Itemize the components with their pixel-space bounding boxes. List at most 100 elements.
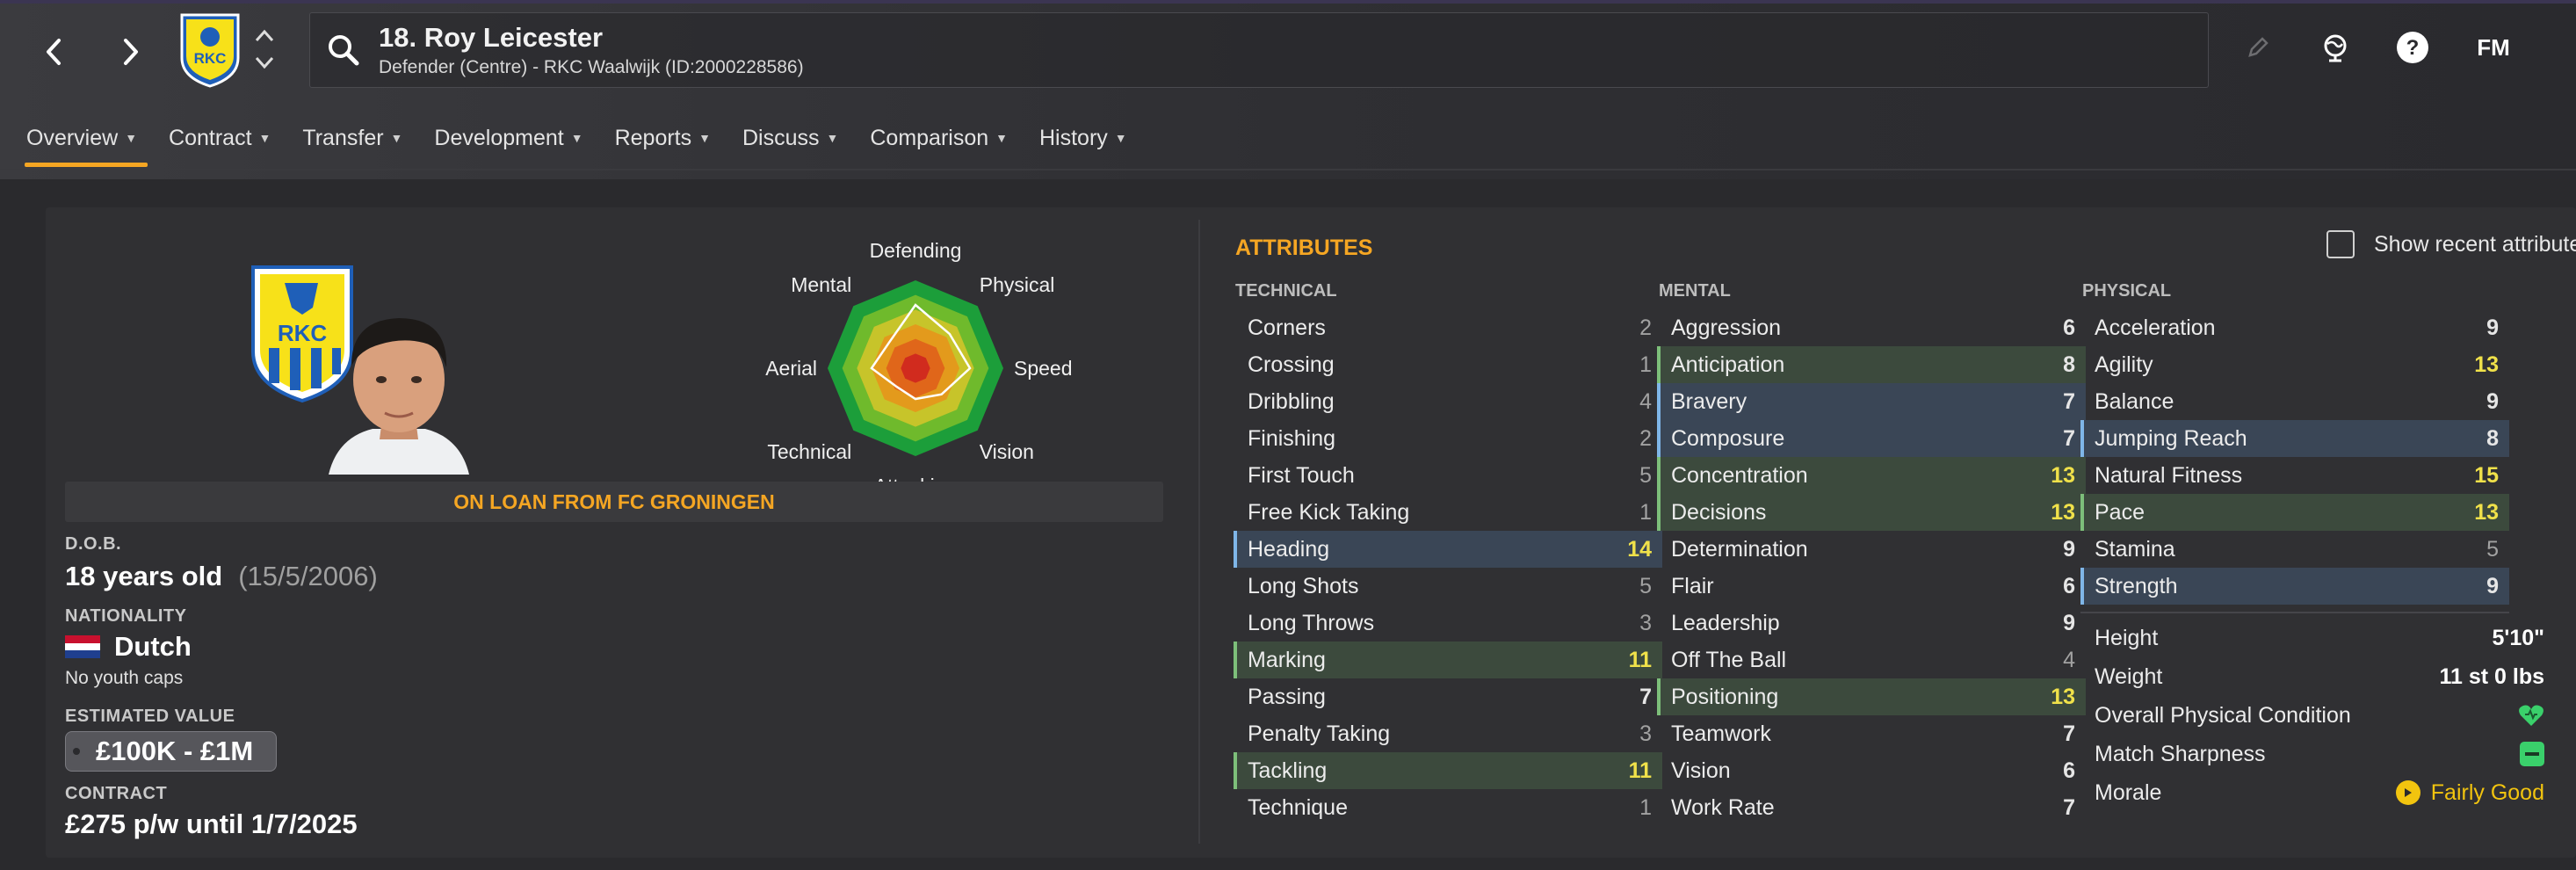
tab-overview[interactable]: Overview ▼ [24, 116, 148, 167]
dob-label: D.O.B. [65, 534, 122, 554]
sharpness-row[interactable]: Match Sharpness [2080, 735, 2555, 773]
search-icon[interactable] [326, 33, 361, 68]
attribute-row-acceleration[interactable]: Acceleration 9 [2080, 309, 2509, 346]
height-row: Height 5'10" [2095, 625, 2544, 650]
attribute-name: Positioning [1671, 684, 1779, 709]
chevron-down-icon: ▼ [125, 131, 138, 145]
radar-label-speed: Speed [1014, 357, 1073, 380]
chevron-down-icon: ▼ [258, 131, 271, 145]
back-button[interactable] [32, 30, 76, 74]
attribute-row-corners[interactable]: Corners 2 [1234, 309, 1662, 346]
condition-row[interactable]: Overall Physical Condition [2080, 696, 2555, 735]
attribute-name: Bravery [1671, 388, 1747, 414]
attribute-row-balance[interactable]: Balance 9 [2080, 383, 2509, 420]
attribute-name: Long Shots [1248, 573, 1359, 598]
attribute-row-leadership[interactable]: Leadership 9 [1657, 605, 2086, 642]
attribute-value: 13 [2051, 499, 2075, 525]
attribute-row-long-shots[interactable]: Long Shots 5 [1234, 568, 1662, 605]
attribute-row-anticipation[interactable]: Anticipation 8 [1657, 346, 2086, 383]
attribute-row-heading[interactable]: Heading 14 [1234, 531, 1662, 568]
attribute-name: Heading [1248, 536, 1330, 562]
attribute-row-decisions[interactable]: Decisions 13 [1657, 494, 2086, 531]
attribute-name: Work Rate [1671, 794, 1775, 820]
height-value: 5'10" [2492, 625, 2544, 650]
attribute-row-vision[interactable]: Vision 6 [1657, 752, 2086, 789]
club-crest-small[interactable]: RKC [179, 12, 241, 88]
chevron-down-icon: ▼ [995, 131, 1008, 145]
player-photo [311, 290, 487, 475]
attribute-row-concentration[interactable]: Concentration 13 [1657, 457, 2086, 494]
attribute-value: 3 [1639, 721, 1652, 746]
morale-value: Fairly Good [2430, 779, 2544, 805]
tab-development[interactable]: Development ▼ [434, 116, 582, 160]
attribute-row-tackling[interactable]: Tackling 11 [1234, 752, 1662, 789]
show-recent-checkbox[interactable] [2326, 230, 2355, 258]
tab-transfer[interactable]: Transfer ▼ [302, 116, 402, 160]
attribute-row-marking[interactable]: Marking 11 [1234, 642, 1662, 678]
nationality[interactable]: Dutch [65, 631, 192, 663]
morale-row[interactable]: Morale Fairly Good [2080, 773, 2555, 812]
attribute-row-jumping-reach[interactable]: Jumping Reach 8 [2080, 420, 2509, 457]
tab-contract[interactable]: Contract ▼ [169, 116, 271, 160]
attribute-row-stamina[interactable]: Stamina 5 [2080, 531, 2509, 568]
attribute-row-natural-fitness[interactable]: Natural Fitness 15 [2080, 457, 2509, 494]
attribute-name: Agility [2095, 352, 2153, 377]
attribute-row-pace[interactable]: Pace 13 [2080, 494, 2509, 531]
radar-label-aerial: Aerial [765, 357, 817, 380]
attribute-row-agility[interactable]: Agility 13 [2080, 346, 2509, 383]
tab-history[interactable]: History ▼ [1039, 116, 1127, 160]
player-cycle-buttons[interactable] [251, 25, 278, 74]
chevron-down-icon: ▼ [570, 131, 583, 145]
fm-logo: FM [2477, 33, 2510, 61]
attribute-name: Pace [2095, 499, 2145, 525]
age-value: 18 years old [65, 561, 223, 591]
estimated-value-tag[interactable]: £100K - £1M [65, 731, 278, 772]
attribute-row-aggression[interactable]: Aggression 6 [1657, 309, 2086, 346]
tab-bar: Overview ▼ Contract ▼ Transfer ▼ Developmen… [24, 116, 1159, 167]
attribute-row-determination[interactable]: Determination 9 [1657, 531, 2086, 568]
attribute-value: 13 [2474, 499, 2499, 525]
fm-menu-button[interactable]: FM [2469, 26, 2518, 69]
attribute-value: 4 [2063, 647, 2075, 672]
attribute-row-crossing[interactable]: Crossing 1 [1234, 346, 1662, 383]
help-button[interactable]: ? [2391, 26, 2434, 69]
attribute-row-long-throws[interactable]: Long Throws 3 [1234, 605, 1662, 642]
attribute-value: 4 [1639, 388, 1652, 414]
player-search-box[interactable]: 18. Roy Leicester Defender (Centre) - RK… [309, 12, 2209, 88]
globe-button[interactable] [2314, 26, 2356, 69]
attribute-row-positioning[interactable]: Positioning 13 [1657, 678, 2086, 715]
attribute-value: 2 [1639, 315, 1652, 340]
radar-label-physical: Physical [980, 273, 1055, 296]
radar-label-defending: Defending [870, 239, 962, 262]
attribute-row-off-the-ball[interactable]: Off The Ball 4 [1657, 642, 2086, 678]
attribute-value: 7 [2063, 721, 2075, 746]
attribute-row-passing[interactable]: Passing 7 [1234, 678, 1662, 715]
contract-value[interactable]: £275 p/w until 1/7/2025 [65, 808, 358, 840]
attribute-value: 2 [1639, 425, 1652, 451]
tab-discuss[interactable]: Discuss ▼ [742, 116, 838, 160]
attribute-value: 13 [2474, 352, 2499, 377]
physical-heading: PHYSICAL [2082, 281, 2172, 301]
attribute-row-finishing[interactable]: Finishing 2 [1234, 420, 1662, 457]
attribute-row-bravery[interactable]: Bravery 7 [1657, 383, 2086, 420]
value-label: ESTIMATED VALUE [65, 707, 235, 726]
attribute-row-penalty-taking[interactable]: Penalty Taking 3 [1234, 715, 1662, 752]
attribute-row-first-touch[interactable]: First Touch 5 [1234, 457, 1662, 494]
attribute-value: 9 [2486, 573, 2499, 598]
attribute-row-dribbling[interactable]: Dribbling 4 [1234, 383, 1662, 420]
tab-comparison[interactable]: Comparison ▼ [870, 116, 1008, 160]
attribute-row-composure[interactable]: Composure 7 [1657, 420, 2086, 457]
attribute-row-teamwork[interactable]: Teamwork 7 [1657, 715, 2086, 752]
attribute-row-technique[interactable]: Technique 1 [1234, 789, 1662, 826]
attribute-value: 8 [2063, 352, 2075, 377]
forward-button[interactable] [109, 30, 153, 74]
attribute-row-work-rate[interactable]: Work Rate 7 [1657, 789, 2086, 826]
attribute-row-strength[interactable]: Strength 9 [2080, 568, 2509, 605]
attribute-row-flair[interactable]: Flair 6 [1657, 568, 2086, 605]
estimated-value: £100K - £1M [96, 736, 254, 766]
show-recent-toggle[interactable]: Show recent attributes [2326, 230, 2576, 258]
edit-button[interactable] [2237, 26, 2279, 69]
chevron-updown-icon[interactable] [251, 25, 278, 74]
tab-reports[interactable]: Reports ▼ [615, 116, 711, 160]
attribute-row-free-kick-taking[interactable]: Free Kick Taking 1 [1234, 494, 1662, 531]
